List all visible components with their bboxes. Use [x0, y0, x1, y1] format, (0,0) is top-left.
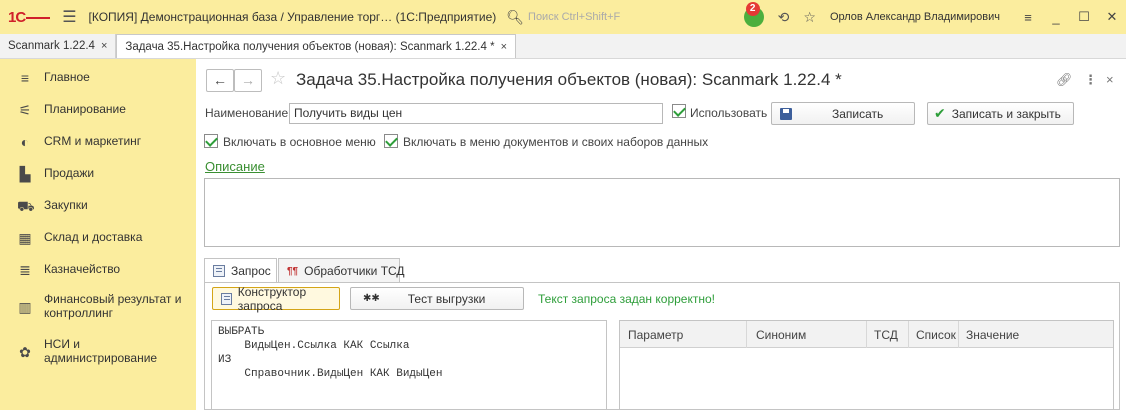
- test-export-label: Тест выгрузки: [407, 291, 486, 306]
- close-window-button[interactable]: ✕: [1098, 9, 1126, 25]
- global-search[interactable]: 🔍︎ Поиск Ctrl+Shift+F: [506, 9, 620, 26]
- maximize-button[interactable]: ☐: [1070, 9, 1098, 25]
- save-and-close-button[interactable]: ✔ Записать и закрыть: [927, 102, 1074, 125]
- column-header[interactable]: ТСД: [874, 328, 898, 342]
- sections-sidebar: ≡ Главное ⚟ Планирование ◐ CRM и маркети…: [0, 59, 196, 410]
- doc-menu-label: Включать в меню документов и своих набор…: [403, 135, 709, 149]
- warehouse-icon: ▦: [18, 230, 32, 246]
- check-icon: ✔: [934, 105, 946, 121]
- column-header[interactable]: Синоним: [756, 328, 806, 342]
- settings-menu-icon[interactable]: ≡: [1014, 10, 1042, 25]
- parameters-table[interactable]: Параметр Синоним ТСД Список Значение: [619, 320, 1114, 410]
- main-menu-icon[interactable]: ☰: [62, 7, 76, 27]
- sidebar-item-label: Казначейство: [44, 262, 121, 276]
- sales-icon: ▙: [19, 166, 31, 182]
- crm-icon: ◐: [20, 134, 30, 150]
- column-header[interactable]: Параметр: [628, 328, 683, 342]
- more-actions-icon[interactable]: ⋮: [1084, 72, 1097, 88]
- close-tab-icon[interactable]: ×: [101, 40, 107, 52]
- sidebar-item-label: Финансовый результат и контроллинг: [44, 292, 182, 320]
- tab-query[interactable]: Запрос: [204, 258, 277, 283]
- test-export-button[interactable]: ✱✱ Тест выгрузки: [350, 287, 524, 310]
- tab-task-35[interactable]: Задача 35.Настройка получения объектов (…: [116, 34, 516, 58]
- minimize-button[interactable]: _: [1042, 10, 1070, 25]
- description-link[interactable]: Описание: [205, 159, 265, 174]
- save-and-close-label: Записать и закрыть: [951, 106, 1061, 121]
- favorite-star-icon[interactable]: ☆: [270, 68, 286, 89]
- sidebar-item-label: CRM и маркетинг: [44, 134, 142, 148]
- close-tab-icon[interactable]: ×: [501, 41, 507, 53]
- sidebar-item-label: Главное: [44, 70, 90, 84]
- window-title: [КОПИЯ] Демонстрационная база / Управлен…: [88, 10, 497, 24]
- save-button[interactable]: Записать: [771, 102, 915, 125]
- notification-badge: 2: [745, 2, 760, 16]
- notifications-icon[interactable]: 2: [743, 2, 764, 27]
- save-button-label: Записать: [832, 106, 884, 121]
- sidebar-item-label: Закупки: [44, 198, 88, 212]
- test-export-icon: ✱✱: [363, 293, 380, 304]
- column-header[interactable]: Список: [916, 328, 956, 342]
- tab-label: Запрос: [231, 264, 271, 278]
- name-field[interactable]: Получить виды цен: [289, 103, 663, 124]
- query-builder-label: Конструктор запроса: [237, 284, 307, 313]
- save-icon: [780, 107, 792, 120]
- favorites-star-icon[interactable]: ☆: [803, 9, 816, 26]
- form-area: ← → ☆ Задача 35.Настройка получения объе…: [196, 59, 1126, 410]
- doc-menu-checkbox[interactable]: [384, 134, 398, 148]
- search-icon: 🔍︎: [506, 8, 525, 25]
- use-label: Использовать: [690, 106, 768, 120]
- tab-scanmark[interactable]: Scanmark 1.22.4 ×: [0, 34, 117, 58]
- app-logo[interactable]: 1С: [8, 9, 51, 26]
- treasury-icon: ≣: [19, 262, 31, 278]
- main-menu-label: Включать в основное меню: [223, 135, 376, 149]
- cart-icon: ⛟: [17, 198, 35, 214]
- forward-button[interactable]: →: [234, 69, 262, 92]
- planning-icon: ⚟: [18, 102, 32, 118]
- sidebar-item-label: Склад и доставка: [44, 230, 143, 244]
- open-windows-tabs: Scanmark 1.22.4 × Задача 35.Настройка по…: [0, 34, 1126, 59]
- query-status: Текст запроса задан корректно!: [538, 292, 715, 306]
- handlers-icon: ¶¶: [287, 265, 299, 277]
- tab-label: Scanmark 1.22.4: [8, 40, 95, 52]
- gear-icon: ✿: [19, 344, 31, 360]
- search-placeholder: Поиск Ctrl+Shift+F: [528, 11, 621, 23]
- use-checkbox[interactable]: [672, 104, 686, 118]
- title-bar: 1С ☰ [КОПИЯ] Демонстрационная база / Упр…: [0, 0, 1126, 34]
- close-form-icon[interactable]: ×: [1106, 72, 1114, 87]
- back-button[interactable]: ←: [206, 69, 234, 92]
- page-title: Задача 35.Настройка получения объектов (…: [296, 70, 842, 89]
- sidebar-item-label: Продажи: [44, 166, 95, 180]
- sidebar-item-label: НСИ и администрирование: [44, 337, 158, 365]
- tab-label: Задача 35.Настройка получения объектов (…: [125, 40, 495, 53]
- link-icon[interactable]: 🔗︎: [1056, 72, 1073, 88]
- chart-icon: ▥: [18, 299, 32, 315]
- query-builder-button[interactable]: Конструктор запроса: [212, 284, 340, 313]
- sidebar-item-label: Планирование: [44, 102, 126, 116]
- table-header: Параметр Синоним ТСД Список Значение: [620, 321, 1113, 348]
- query-builder-icon: [221, 292, 232, 305]
- name-label: Наименование:: [205, 106, 292, 120]
- query-icon: [213, 265, 225, 277]
- description-field[interactable]: [204, 178, 1120, 247]
- query-text-editor[interactable]: ВЫБРАТЬ ВидыЦен.Ссылка КАК Ссылка ИЗ Спр…: [211, 320, 607, 410]
- column-header[interactable]: Значение: [966, 328, 1019, 342]
- main-menu-checkbox[interactable]: [204, 134, 218, 148]
- current-user[interactable]: Орлов Александр Владимирович: [830, 11, 1000, 23]
- menu-icon: ≡: [20, 70, 30, 86]
- tab-tsd-handlers[interactable]: ¶¶ Обработчики ТСД: [278, 258, 405, 283]
- history-icon[interactable]: ⟲: [778, 9, 790, 26]
- tab-label: Обработчики ТСД: [304, 264, 405, 278]
